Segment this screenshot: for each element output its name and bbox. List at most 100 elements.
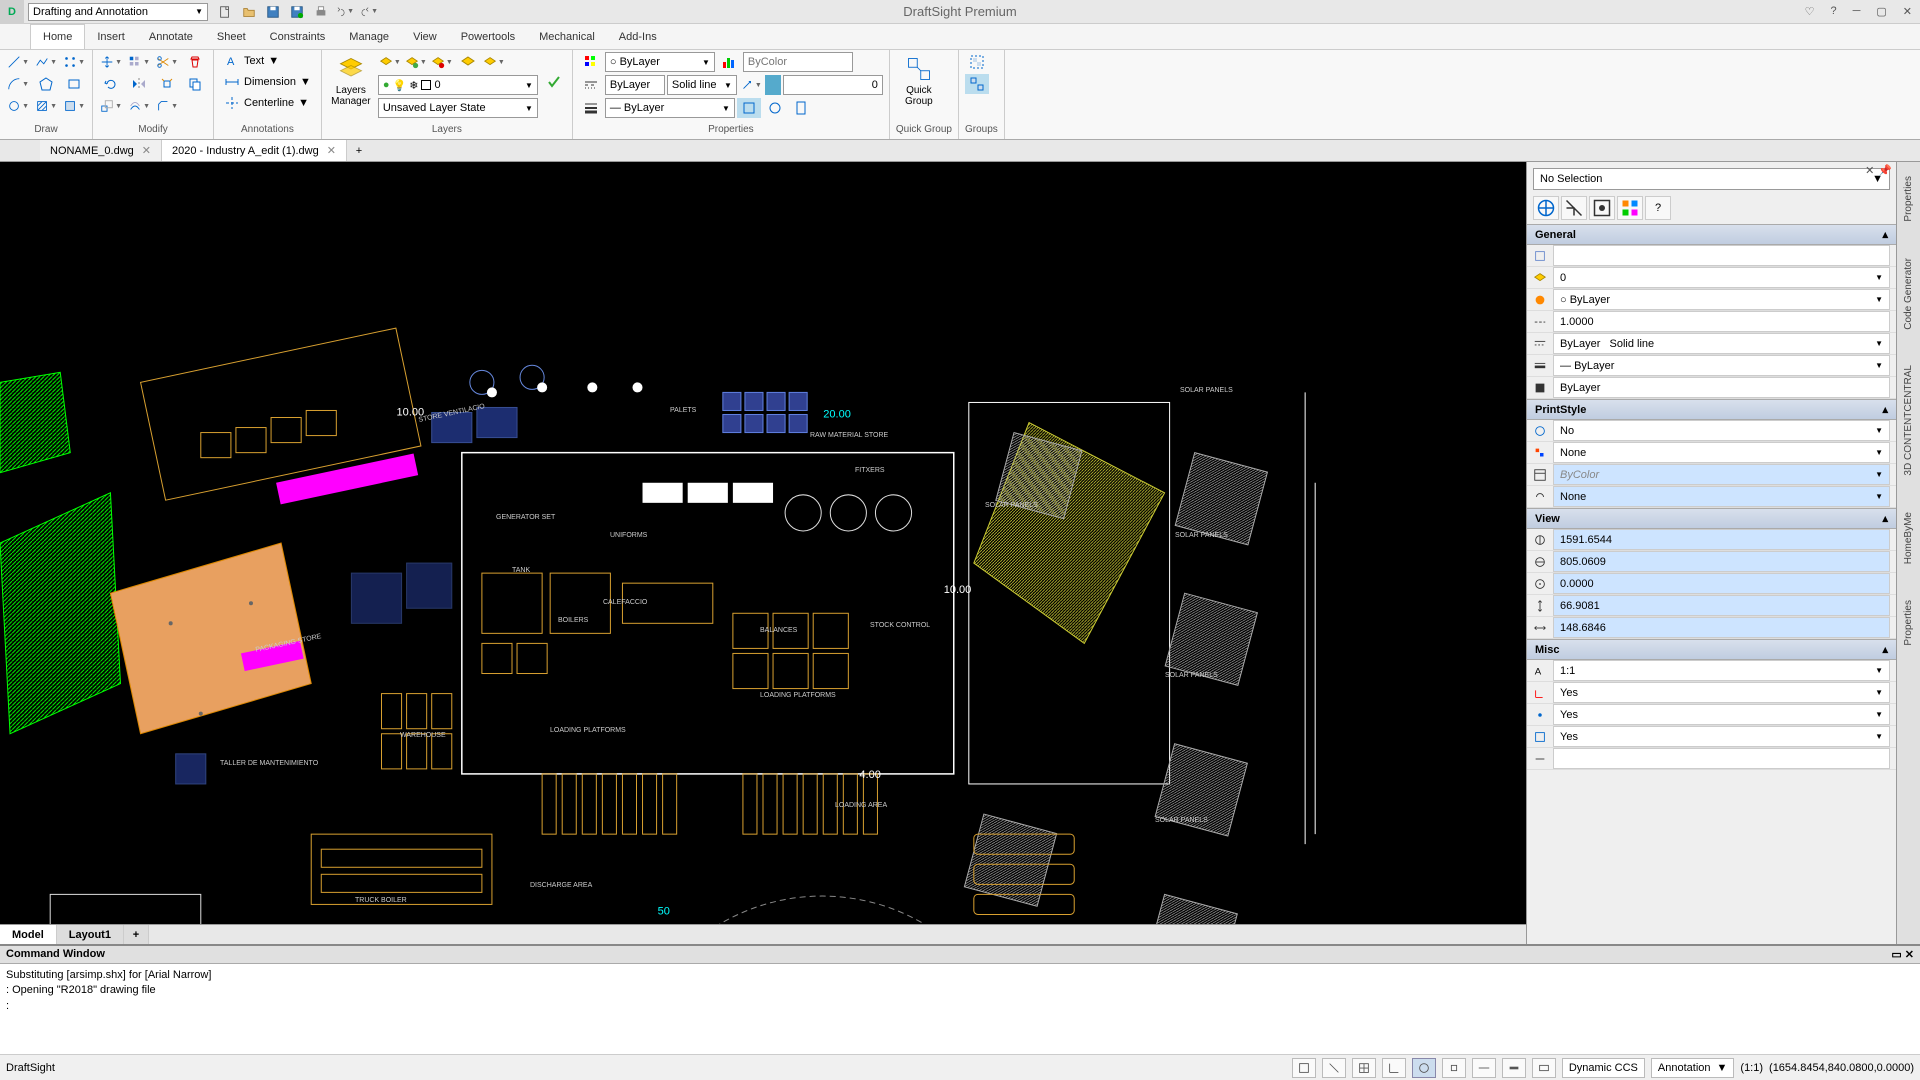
prop-tool-2[interactable] bbox=[763, 98, 787, 118]
arc-tool[interactable]: ▼ bbox=[6, 74, 30, 94]
workspace-dropdown[interactable]: Drafting and Annotation ▼ bbox=[28, 3, 208, 21]
prop-style[interactable]: None▼ bbox=[1553, 442, 1890, 463]
prop-centerz[interactable]: 0.0000 bbox=[1553, 573, 1890, 594]
transparency-swatch[interactable] bbox=[765, 75, 781, 95]
section-view[interactable]: View▴ bbox=[1527, 508, 1896, 529]
sidebar-tab-codegen[interactable]: Code Generator bbox=[1901, 250, 1916, 338]
group-button[interactable] bbox=[965, 52, 989, 72]
prop-height[interactable]: 66.9081 bbox=[1553, 595, 1890, 616]
menu-annotate[interactable]: Annotate bbox=[137, 24, 205, 49]
prop-linestyle[interactable]: ByLayer Solid line▼ bbox=[1553, 333, 1890, 354]
menu-constraints[interactable]: Constraints bbox=[258, 24, 338, 49]
status-osnap-toggle[interactable] bbox=[1442, 1058, 1466, 1078]
layer-btn-3[interactable]: ▼ bbox=[430, 52, 454, 72]
polyline-tool[interactable]: ▼ bbox=[34, 52, 58, 72]
prop-panel-close-icon[interactable]: ✕ bbox=[1865, 164, 1874, 177]
menu-manage[interactable]: Manage bbox=[337, 24, 401, 49]
save-icon[interactable] bbox=[264, 3, 282, 21]
cmd-close-icon[interactable]: ✕ bbox=[1905, 949, 1914, 961]
prop-ucsvp[interactable]: Yes▼ bbox=[1553, 726, 1890, 747]
app-logo[interactable]: D bbox=[0, 0, 24, 24]
menu-mechanical[interactable]: Mechanical bbox=[527, 24, 607, 49]
prop-color-icon[interactable] bbox=[579, 52, 603, 72]
prop-tool-1[interactable] bbox=[737, 98, 761, 118]
delete-tool[interactable] bbox=[183, 52, 207, 72]
open-file-icon[interactable] bbox=[240, 3, 258, 21]
command-output[interactable]: Substituting [arsimp.shx] for [Arial Nar… bbox=[0, 964, 1920, 1054]
status-toggle-1[interactable] bbox=[1292, 1058, 1316, 1078]
prop-lineweight[interactable]: — ByLayer▼ bbox=[1553, 355, 1890, 376]
menu-insert[interactable]: Insert bbox=[85, 24, 137, 49]
rectangle-tool[interactable] bbox=[62, 74, 86, 94]
layer-btn-5[interactable]: ▼ bbox=[482, 52, 506, 72]
menu-sheet[interactable]: Sheet bbox=[205, 24, 258, 49]
trim-tool[interactable]: ▼ bbox=[155, 52, 179, 72]
menu-addins[interactable]: Add-Ins bbox=[607, 24, 669, 49]
prop-plot[interactable]: No▼ bbox=[1553, 420, 1890, 441]
pattern-tool[interactable]: ▼ bbox=[127, 52, 151, 72]
layers-manager-button[interactable]: Layers Manager bbox=[328, 52, 374, 110]
copy-tool[interactable] bbox=[183, 74, 207, 94]
undo-button[interactable]: ▼ bbox=[336, 3, 354, 21]
region-tool[interactable]: ▼ bbox=[62, 96, 86, 116]
doctab-0-close[interactable]: ✕ bbox=[142, 144, 151, 157]
status-annotation-dropdown[interactable]: Annotation▼ bbox=[1651, 1058, 1735, 1078]
prop-panel-pin-icon[interactable]: 📌 bbox=[1878, 164, 1892, 177]
status-dyn-toggle[interactable] bbox=[1532, 1058, 1556, 1078]
prop-lineweight-icon[interactable] bbox=[579, 98, 603, 118]
sheet-tab-add[interactable]: + bbox=[124, 925, 149, 944]
text-button[interactable]: AText▼ bbox=[220, 52, 315, 70]
prop-linetype-icon[interactable] bbox=[579, 75, 603, 95]
cmd-min-icon[interactable]: ▭ bbox=[1891, 949, 1901, 961]
status-polar-toggle[interactable] bbox=[1412, 1058, 1436, 1078]
prop-width[interactable]: 148.6846 bbox=[1553, 617, 1890, 638]
menu-home[interactable]: Home bbox=[30, 24, 85, 49]
prop-layer[interactable]: 0▼ bbox=[1553, 267, 1890, 288]
centerline-button[interactable]: Centerline▼ bbox=[220, 94, 315, 112]
prop-toolbar-3[interactable] bbox=[1589, 196, 1615, 220]
prop-toolbar-4[interactable] bbox=[1617, 196, 1643, 220]
sidebar-tab-properties2[interactable]: Properties bbox=[1901, 592, 1916, 654]
favorite-icon[interactable]: ♡ bbox=[1801, 5, 1819, 18]
status-ortho-toggle[interactable] bbox=[1382, 1058, 1406, 1078]
chamfer-tool[interactable]: ▼ bbox=[155, 96, 179, 116]
prop-annoscale[interactable]: 1:1▼ bbox=[1553, 660, 1890, 681]
mirror-tool[interactable] bbox=[127, 74, 151, 94]
circle-tool[interactable]: ▼ bbox=[6, 96, 30, 116]
prop-centerx[interactable]: 1591.6544 bbox=[1553, 529, 1890, 550]
layer-btn-1[interactable]: ▼ bbox=[378, 52, 402, 72]
quick-group-button[interactable]: Quick Group bbox=[896, 52, 942, 110]
doctab-0[interactable]: NONAME_0.dwg ✕ bbox=[40, 140, 162, 161]
layer-check-button[interactable] bbox=[542, 72, 566, 92]
drawing-canvas[interactable]: 20.00 120 50 10.00 4.00 10.00 RAW MATERI… bbox=[0, 162, 1526, 924]
point-tool[interactable]: ▼ bbox=[62, 52, 86, 72]
offset-tool[interactable]: ▼ bbox=[127, 96, 151, 116]
status-dccs-button[interactable]: Dynamic CCS bbox=[1562, 1058, 1645, 1078]
help-icon[interactable]: ? bbox=[1826, 5, 1840, 18]
prop-toolbar-1[interactable] bbox=[1533, 196, 1559, 220]
sidebar-tab-3dcontent[interactable]: 3D CONTENTCENTRAL bbox=[1901, 357, 1916, 484]
status-lwt-toggle[interactable] bbox=[1502, 1058, 1526, 1078]
menu-view[interactable]: View bbox=[401, 24, 449, 49]
rotate-tool[interactable] bbox=[99, 74, 123, 94]
status-otrack-toggle[interactable] bbox=[1472, 1058, 1496, 1078]
new-file-icon[interactable] bbox=[216, 3, 234, 21]
prop-ucsorigin[interactable]: Yes▼ bbox=[1553, 704, 1890, 725]
selection-dropdown[interactable]: No Selection▼ bbox=[1533, 168, 1890, 190]
sheet-tab-model[interactable]: Model bbox=[0, 925, 57, 944]
section-printstyle[interactable]: PrintStyle▴ bbox=[1527, 399, 1896, 420]
ungroup-button[interactable] bbox=[965, 74, 989, 94]
save-as-icon[interactable] bbox=[288, 3, 306, 21]
line-tool[interactable]: ▼ bbox=[6, 52, 30, 72]
prop-toolbar-help[interactable]: ? bbox=[1645, 196, 1671, 220]
prop-attached[interactable]: None▼ bbox=[1553, 486, 1890, 507]
prop-tool-3[interactable] bbox=[789, 98, 813, 118]
bycolor-input[interactable] bbox=[743, 52, 853, 72]
maximize-icon[interactable]: ▢ bbox=[1872, 5, 1890, 18]
redo-button[interactable]: ▼ bbox=[360, 3, 378, 21]
layer-btn-4[interactable] bbox=[456, 52, 480, 72]
doctab-add[interactable]: + bbox=[347, 140, 371, 161]
prop-misc5[interactable] bbox=[1553, 748, 1890, 769]
prop-blank-val[interactable] bbox=[1553, 245, 1890, 266]
layer-btn-2[interactable]: ▼ bbox=[404, 52, 428, 72]
